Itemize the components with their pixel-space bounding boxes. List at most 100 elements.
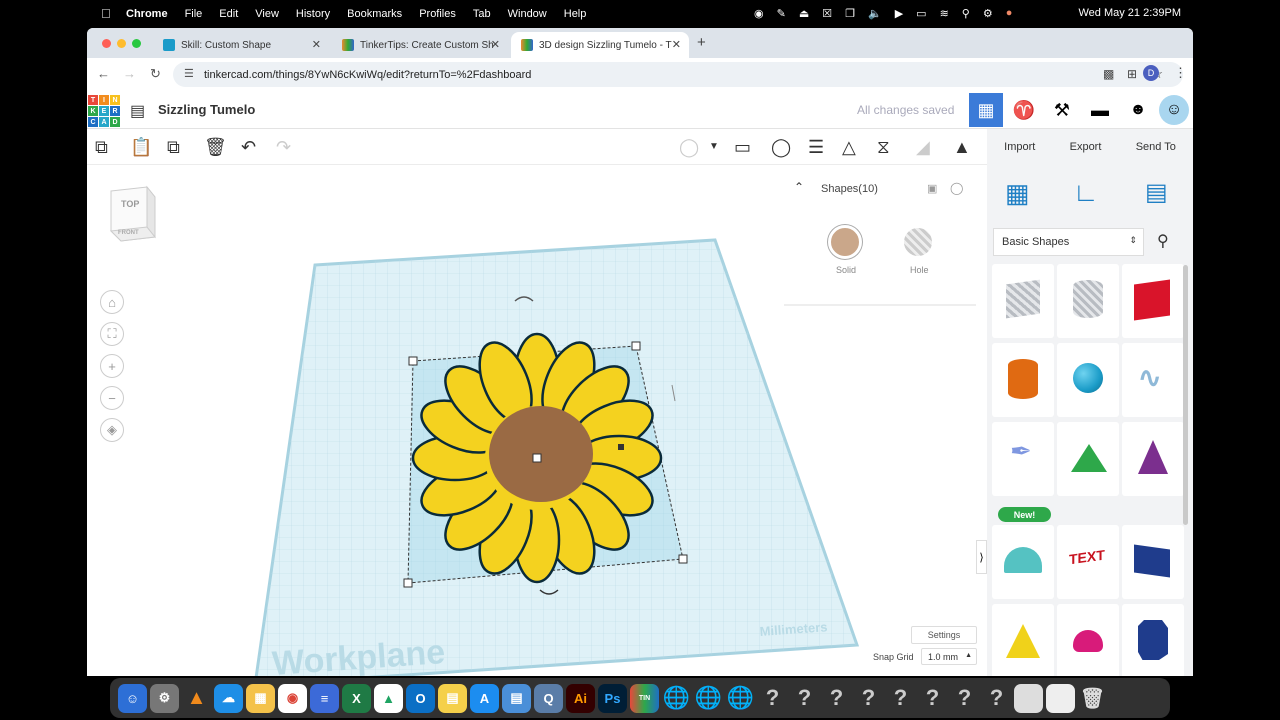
cruise-icon[interactable]: ⧖: [877, 137, 890, 158]
reload-icon[interactable]: ↻: [150, 66, 161, 82]
shape-tile-box-striped[interactable]: [992, 264, 1054, 338]
unknown-app-icon[interactable]: ?: [758, 684, 787, 713]
minimize-window-button[interactable]: [117, 39, 126, 48]
undo-icon[interactable]: ↶: [241, 137, 256, 158]
menu-tab[interactable]: Tab: [473, 8, 491, 20]
shape-tile-wedge[interactable]: [1122, 525, 1184, 599]
ungroup-icon[interactable]: ▲: [953, 137, 971, 158]
ruler-icon[interactable]: ∟: [1073, 177, 1098, 208]
shape-tile-cylinder-striped[interactable]: [1057, 264, 1119, 338]
home-view-icon[interactable]: ⌂: [100, 290, 124, 314]
close-tab-icon[interactable]: ✕: [672, 38, 681, 51]
volume-icon[interactable]: 🔈: [868, 7, 882, 20]
shape-tile-shape-generator[interactable]: ✒: [992, 422, 1054, 496]
word-icon[interactable]: ≡: [310, 683, 339, 713]
shape-tile-polygon[interactable]: [1122, 604, 1184, 676]
mirror-icon[interactable]: △: [842, 137, 856, 158]
menu-help[interactable]: Help: [564, 8, 587, 20]
unknown-app-icon[interactable]: ?: [822, 684, 851, 713]
copy-icon[interactable]: ⧉: [95, 137, 108, 158]
resize-handle[interactable]: [403, 578, 413, 588]
menu-view[interactable]: View: [255, 8, 279, 20]
resize-handle[interactable]: [678, 554, 688, 564]
tinkercad-logo[interactable]: T I N K E R C A D: [88, 95, 120, 127]
unknown-app-icon[interactable]: ?: [790, 684, 819, 713]
ruler-shape-icon[interactable]: ◯: [771, 137, 791, 158]
tinkercad-app-icon[interactable]: TIN: [630, 683, 659, 713]
cross-box-icon[interactable]: ☒: [822, 7, 832, 20]
new-tab-button[interactable]: +: [697, 34, 706, 51]
illustrator-icon[interactable]: Ai: [566, 683, 595, 713]
google-drive-icon[interactable]: ▲: [374, 683, 403, 713]
shape-tile-round-roof[interactable]: [992, 525, 1054, 599]
preview-icon[interactable]: ▤: [502, 683, 531, 713]
center-handle[interactable]: [532, 453, 542, 463]
search-icon[interactable]: ⚲: [1157, 231, 1169, 251]
notes-icon[interactable]: ▭: [734, 137, 751, 158]
group-icon[interactable]: ◢: [916, 137, 930, 158]
snap-grid-select[interactable]: 1.0 mm ▲: [921, 648, 977, 665]
unknown-app-icon[interactable]: ?: [918, 684, 947, 713]
menu-bookmarks[interactable]: Bookmarks: [347, 8, 402, 20]
outlook-icon[interactable]: O: [406, 683, 435, 713]
onedrive-icon[interactable]: ☁: [214, 683, 243, 713]
photoshop-icon[interactable]: Ps: [598, 683, 627, 713]
finder-icon[interactable]: ☺: [118, 683, 147, 713]
chrome-menu-icon[interactable]: ⋮: [1174, 65, 1187, 81]
app-store-icon[interactable]: A: [470, 683, 499, 713]
close-tab-icon[interactable]: ✕: [491, 38, 500, 51]
solid-color-swatch[interactable]: [828, 225, 862, 259]
notes-app-icon[interactable]: ▤: [438, 683, 467, 713]
resize-handle[interactable]: [408, 356, 418, 366]
unknown-app-icon[interactable]: ?: [854, 684, 883, 713]
menubar-clock[interactable]: Wed May 21 2:39PM: [1078, 7, 1181, 19]
shape-tile-half-sphere[interactable]: [1057, 604, 1119, 676]
url-input[interactable]: ☰ tinkercad.com/things/8YwN6cKwiWq/edit?…: [173, 62, 1183, 87]
duplicate-icon[interactable]: ⧉: [167, 137, 180, 158]
control-center-icon[interactable]: ⚙: [983, 7, 993, 20]
collapse-panel-button[interactable]: ⟩: [976, 540, 987, 574]
menu-file[interactable]: File: [185, 8, 203, 20]
menu-profiles[interactable]: Profiles: [419, 8, 456, 20]
send-to-button[interactable]: Send To: [1136, 141, 1176, 153]
eject-icon[interactable]: ⏏: [799, 7, 809, 20]
settings-button[interactable]: Settings: [911, 626, 977, 644]
vlc-icon[interactable]: ▲: [182, 684, 211, 713]
hole-swatch[interactable]: [901, 225, 935, 259]
shape-tile-cone[interactable]: [1122, 422, 1184, 496]
library-scrollbar[interactable]: [1183, 265, 1188, 525]
unknown-app-icon[interactable]: ?: [886, 684, 915, 713]
tab-skill-custom-shape[interactable]: Skill: Custom Shape ✕: [153, 32, 329, 58]
globe-icon[interactable]: 🌐: [662, 684, 691, 713]
design-list-icon[interactable]: ▤: [130, 101, 145, 121]
view-cube[interactable]: TOP FRONT: [109, 185, 156, 242]
excel-icon[interactable]: X: [342, 683, 371, 713]
play-icon[interactable]: ▶: [895, 7, 903, 20]
redo-icon[interactable]: ↷: [276, 137, 291, 158]
menu-edit[interactable]: Edit: [219, 8, 238, 20]
apple-icon[interactable]: : [101, 6, 111, 21]
light-bulb-icon[interactable]: ◯: [679, 137, 699, 158]
sunflower-model[interactable]: [411, 332, 663, 584]
document-icon[interactable]: [1046, 683, 1075, 713]
unknown-app-icon[interactable]: ?: [982, 684, 1011, 713]
windows-icon[interactable]: ❐: [845, 7, 855, 20]
3d-workspace[interactable]: Workplane Millimeters TOP FRONT ⌂ ⛶ + − …: [87, 165, 987, 676]
back-arrow-icon[interactable]: ←: [97, 66, 110, 81]
export-button[interactable]: Export: [1070, 141, 1102, 153]
forward-arrow-icon[interactable]: →: [123, 66, 136, 81]
launchpad-icon[interactable]: ▦: [246, 683, 275, 713]
globe-icon[interactable]: 🌐: [694, 684, 723, 713]
siri-icon[interactable]: ●: [1006, 7, 1013, 20]
chrome-icon[interactable]: ◉: [278, 683, 307, 713]
shape-tile-roof[interactable]: [1057, 422, 1119, 496]
close-tab-icon[interactable]: ✕: [312, 38, 321, 51]
zoom-in-icon[interactable]: +: [100, 354, 124, 378]
record-icon[interactable]: ◉: [754, 7, 764, 20]
chevron-down-icon[interactable]: ▼: [709, 141, 719, 152]
wifi-icon[interactable]: ≋: [940, 7, 949, 20]
grid-tool-icon[interactable]: ▦: [1005, 178, 1030, 209]
pen-icon[interactable]: ✎: [777, 7, 786, 20]
globe-icon[interactable]: 🌐: [726, 684, 755, 713]
bricks-icon[interactable]: ▬: [1083, 93, 1117, 127]
